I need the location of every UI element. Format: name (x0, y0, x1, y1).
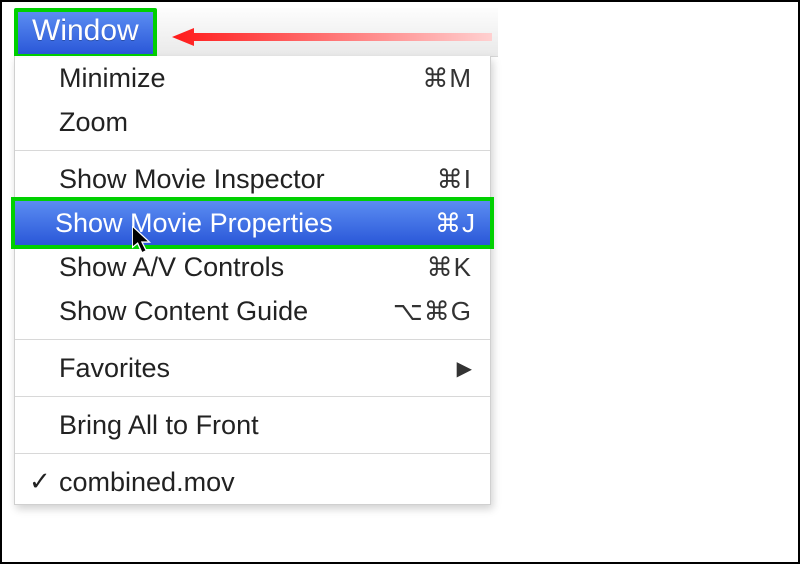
submenu-arrow-icon: ▶ (457, 356, 472, 381)
window-menu-dropdown: Minimize ⌘M Zoom Show Movie Inspector ⌘I… (14, 56, 491, 505)
menu-item-show-movie-inspector[interactable]: Show Movie Inspector ⌘I (15, 157, 490, 201)
screenshot-canvas: Window Minimize ⌘M Zoom Show Movie Inspe… (0, 0, 800, 564)
menu-separator (15, 150, 490, 151)
menu-item-label: Favorites (59, 353, 447, 384)
menu-item-bring-all-to-front[interactable]: Bring All to Front (15, 403, 490, 447)
menu-item-label: Show Movie Inspector (59, 164, 382, 195)
menu-item-shortcut: ⌘K (382, 252, 472, 283)
menu-item-show-content-guide[interactable]: Show Content Guide ⌥⌘G (15, 289, 490, 333)
menu-item-label: Show Content Guide (59, 296, 382, 327)
menu-separator (15, 339, 490, 340)
menu-item-minimize[interactable]: Minimize ⌘M (15, 56, 490, 100)
menu-item-label: Minimize (59, 63, 382, 94)
menu-item-show-av-controls[interactable]: Show A/V Controls ⌘K (15, 245, 490, 289)
menu-item-label: Zoom (59, 107, 382, 138)
checkmark-icon: ✓ (29, 466, 51, 497)
menu-item-show-movie-properties[interactable]: Show Movie Properties ⌘J (11, 197, 494, 249)
menu-title-window[interactable]: Window (14, 8, 157, 58)
menu-item-zoom[interactable]: Zoom (15, 100, 490, 144)
menu-item-favorites[interactable]: Favorites ▶ (15, 346, 490, 390)
menu-item-window-combined-mov[interactable]: ✓ combined.mov (15, 460, 490, 504)
menu-item-label: Bring All to Front (59, 410, 472, 441)
menu-item-shortcut: ⌘M (382, 63, 472, 94)
menu-separator (15, 396, 490, 397)
menu-item-label: Show Movie Properties (55, 208, 386, 239)
menu-item-label: combined.mov (59, 467, 472, 498)
menu-item-label: Show A/V Controls (59, 252, 382, 283)
menu-item-shortcut: ⌥⌘G (382, 296, 472, 327)
menu-item-shortcut: ⌘I (382, 164, 472, 195)
menu-item-shortcut: ⌘J (386, 208, 476, 239)
menu-separator (15, 453, 490, 454)
